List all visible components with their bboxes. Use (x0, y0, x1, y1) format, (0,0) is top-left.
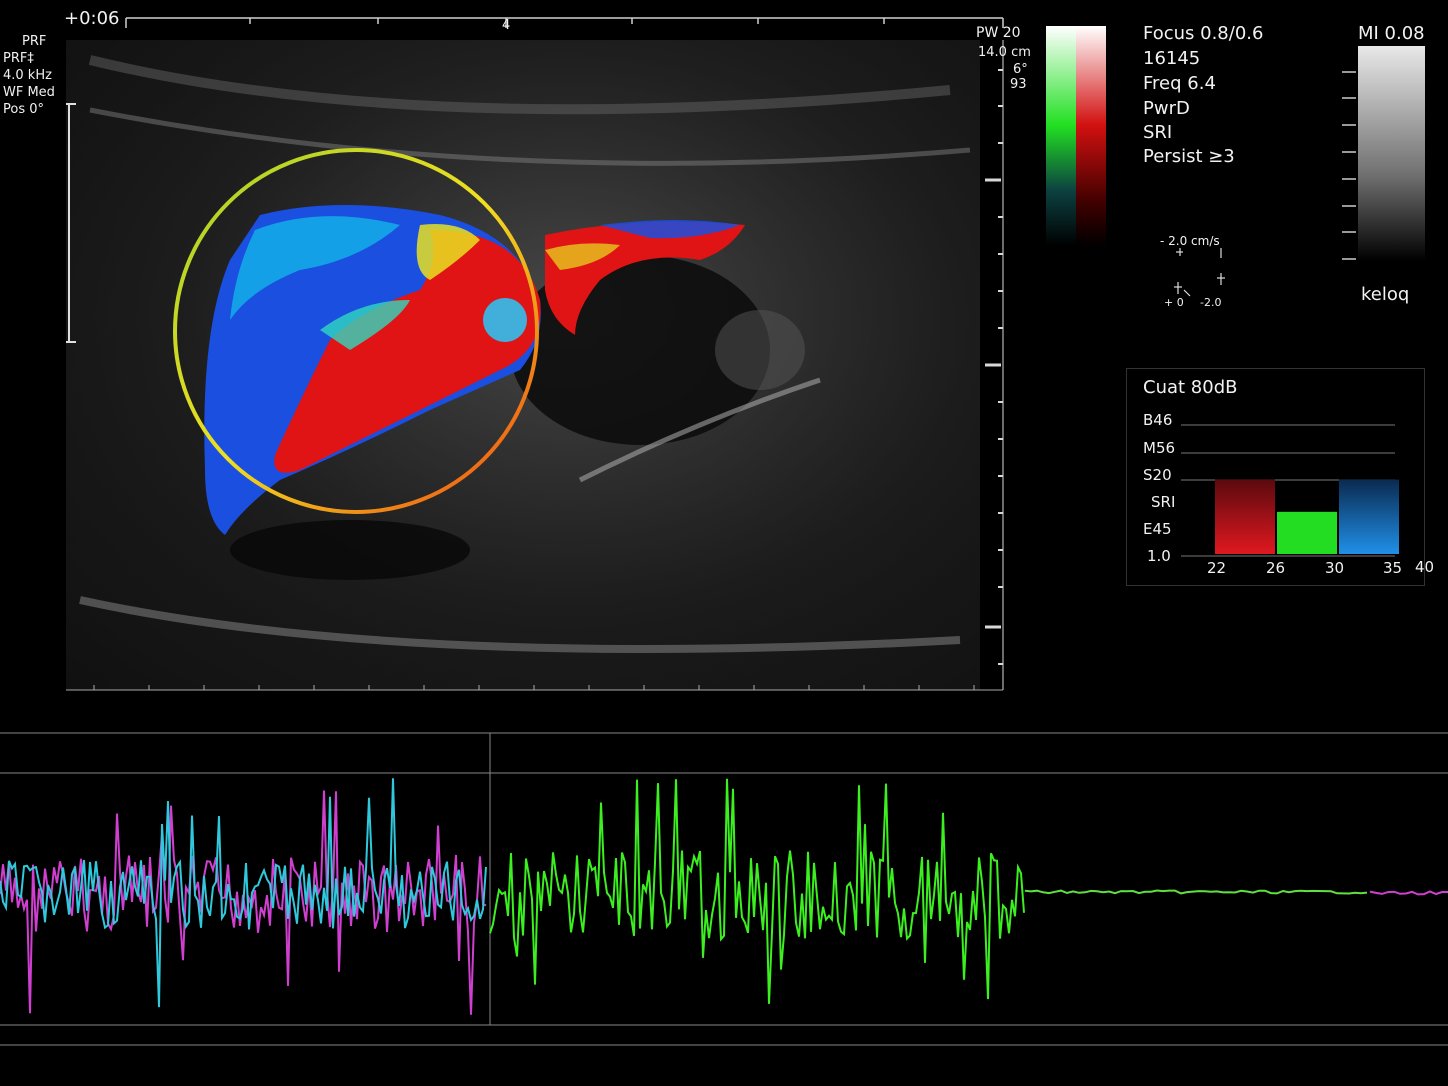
grayscale-ticks (1342, 71, 1356, 260)
frame-label: 93 (1010, 77, 1027, 92)
stats-x-label: 30 (1325, 559, 1345, 577)
depth-scale (985, 40, 1004, 690)
prf-value: 4.0 kHz (3, 68, 52, 83)
focus-param: Focus 0.8/0.6 (1143, 23, 1264, 44)
velocity-top: - 2.0 cm/s (1160, 234, 1220, 248)
position: Pos 0° (3, 102, 45, 117)
ruler-mark: 4 (502, 18, 511, 33)
trace-baseline (1024, 889, 1368, 895)
stats-bar (1277, 511, 1337, 554)
stats-x-label: 40 (1415, 558, 1435, 576)
stats-bar (1215, 479, 1275, 554)
freq-param: Freq 6.4 (1143, 73, 1216, 94)
stats-x-label: 35 (1383, 559, 1403, 577)
pw-label: PW 20 (976, 25, 1021, 41)
mode-label: PRF (22, 34, 47, 49)
stats-x-label: 22 (1207, 559, 1227, 577)
image-overlay (66, 17, 1425, 691)
velocity-right-bottom: -2.0 (1200, 296, 1222, 309)
velocity-left-bottom: + 0 (1164, 296, 1184, 309)
angle-label: 6° (1013, 62, 1028, 77)
trace-green (489, 778, 1025, 1004)
stats-bar (1339, 479, 1399, 554)
stats-x-label: 26 (1266, 559, 1286, 577)
sri-param: SRI (1143, 122, 1173, 143)
waveform-strip[interactable] (0, 730, 1448, 1086)
color-map-green (1046, 26, 1076, 246)
velocity-glyphs (1174, 248, 1225, 297)
wall-filter: WF Med (3, 85, 55, 100)
grayscale-bottom-label: keloq (1361, 284, 1410, 305)
trace-tail (1369, 890, 1448, 896)
color-map-red (1076, 26, 1106, 246)
stats-panel: Cuat 80dB B46 M56 S20 SRI E45 1.0 22 26 … (1126, 368, 1434, 586)
id-param: 16145 (1143, 48, 1201, 69)
mi-label: MI 0.08 (1358, 23, 1425, 44)
grayscale-map (1358, 46, 1425, 261)
depth-label: 14.0 cm (978, 45, 1031, 60)
mode-param: PwrD (1143, 98, 1190, 119)
mode-short: PRF‡ (3, 51, 34, 66)
top-ruler (125, 17, 1004, 28)
stats-chart (1181, 424, 1399, 557)
persist-param: Persist ≥3 (1143, 146, 1235, 167)
timecode: +0:06 (64, 8, 120, 29)
